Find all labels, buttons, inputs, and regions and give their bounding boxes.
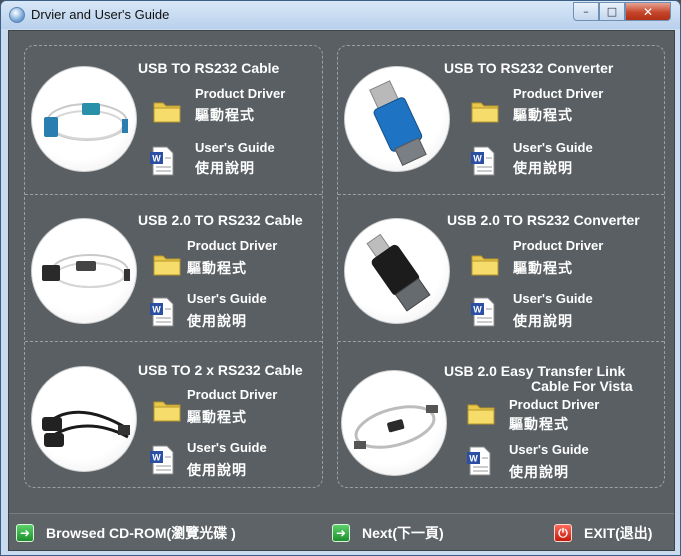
product-driver-link-zh[interactable]: 驅動程式 [187, 258, 247, 278]
window-title: Drvier and User's Guide [31, 7, 170, 22]
product-driver-link[interactable]: Product Driver [509, 397, 599, 412]
folder-icon[interactable] [471, 99, 499, 123]
app-icon [9, 7, 25, 23]
product-title: USB 2.0 TO RS232 Converter [447, 212, 640, 228]
minimize-button[interactable]: – [573, 2, 599, 21]
svg-text:W: W [152, 453, 161, 463]
folder-icon[interactable] [153, 99, 181, 123]
svg-text:W: W [473, 154, 482, 164]
users-guide-link-zh[interactable]: 使用說明 [187, 311, 247, 331]
folder-icon[interactable] [471, 252, 499, 276]
word-document-icon[interactable]: W [150, 297, 176, 327]
word-document-icon[interactable]: W [150, 146, 176, 176]
product-driver-link[interactable]: Product Driver [195, 86, 285, 101]
app-window: Drvier and User's Guide – □ ✕ USB TO RS2… [0, 0, 681, 556]
users-guide-link-zh[interactable]: 使用說明 [509, 462, 569, 482]
product-title: USB TO 2 x RS232 Cable [138, 362, 303, 378]
green-arrow-icon: ➜ [16, 524, 34, 542]
product-title-line2: Cable For Vista [531, 378, 633, 394]
product-photo[interactable] [344, 66, 450, 172]
product-driver-link[interactable]: Product Driver [513, 238, 603, 253]
users-guide-link-zh[interactable]: 使用說明 [187, 460, 247, 480]
divider [25, 194, 322, 195]
svg-text:W: W [152, 154, 161, 164]
close-button[interactable]: ✕ [625, 2, 671, 21]
title-bar[interactable]: Drvier and User's Guide – □ ✕ [1, 1, 680, 29]
browse-cd-rom-button[interactable]: ➜ Browsed CD-ROM(瀏覽光碟 ) [16, 522, 236, 544]
word-document-icon[interactable]: W [471, 146, 497, 176]
folder-icon[interactable] [153, 252, 181, 276]
users-guide-link-zh[interactable]: 使用說明 [513, 158, 573, 178]
product-driver-link-zh[interactable]: 驅動程式 [187, 407, 247, 427]
main-content: USB TO RS232 Cable Product Driver 驅動程式 W… [8, 30, 675, 551]
word-document-icon[interactable]: W [150, 445, 176, 475]
users-guide-link[interactable]: User's Guide [513, 291, 593, 306]
word-document-icon[interactable]: W [467, 446, 493, 476]
product-driver-link[interactable]: Product Driver [187, 238, 277, 253]
browse-cd-rom-label: Browsed CD-ROM(瀏覽光碟 ) [46, 525, 236, 541]
divider [338, 194, 664, 195]
exit-button[interactable]: ⏻ EXIT(退出) [554, 522, 652, 544]
users-guide-link-zh[interactable]: 使用說明 [195, 158, 255, 178]
users-guide-link[interactable]: User's Guide [187, 440, 267, 455]
product-driver-link-zh[interactable]: 驅動程式 [195, 105, 255, 125]
svg-text:W: W [152, 305, 161, 315]
bottom-navigation-bar: ➜ Browsed CD-ROM(瀏覽光碟 ) ➜ Next(下一頁) ⏻ EX… [9, 513, 674, 550]
product-driver-link[interactable]: Product Driver [187, 387, 277, 402]
red-power-icon: ⏻ [554, 524, 572, 542]
divider [338, 341, 664, 342]
next-page-label: Next(下一頁) [362, 525, 444, 541]
product-driver-link[interactable]: Product Driver [513, 86, 603, 101]
divider [25, 341, 322, 342]
product-title: USB TO RS232 Converter [444, 60, 614, 76]
product-photo[interactable] [31, 218, 137, 324]
product-photo[interactable] [31, 66, 137, 172]
users-guide-link[interactable]: User's Guide [509, 442, 589, 457]
next-page-button[interactable]: ➜ Next(下一頁) [332, 522, 444, 544]
product-driver-link-zh[interactable]: 驅動程式 [513, 258, 573, 278]
svg-text:W: W [473, 305, 482, 315]
product-photo[interactable] [31, 366, 137, 472]
product-photo[interactable] [341, 370, 447, 476]
product-driver-link-zh[interactable]: 驅動程式 [513, 105, 573, 125]
users-guide-link[interactable]: User's Guide [513, 140, 593, 155]
users-guide-link[interactable]: User's Guide [195, 140, 275, 155]
green-arrow-icon: ➜ [332, 524, 350, 542]
product-title: USB 2.0 Easy Transfer Link [444, 363, 626, 379]
folder-icon[interactable] [467, 401, 495, 425]
folder-icon[interactable] [153, 398, 181, 422]
word-document-icon[interactable]: W [471, 297, 497, 327]
exit-label: EXIT(退出) [584, 525, 653, 541]
product-title: USB 2.0 TO RS232 Cable [138, 212, 303, 228]
users-guide-link-zh[interactable]: 使用說明 [513, 311, 573, 331]
users-guide-link[interactable]: User's Guide [187, 291, 267, 306]
product-title: USB TO RS232 Cable [138, 60, 280, 76]
product-driver-link-zh[interactable]: 驅動程式 [509, 414, 569, 434]
product-photo[interactable] [344, 218, 450, 324]
maximize-button[interactable]: □ [599, 2, 625, 21]
svg-text:W: W [469, 454, 478, 464]
